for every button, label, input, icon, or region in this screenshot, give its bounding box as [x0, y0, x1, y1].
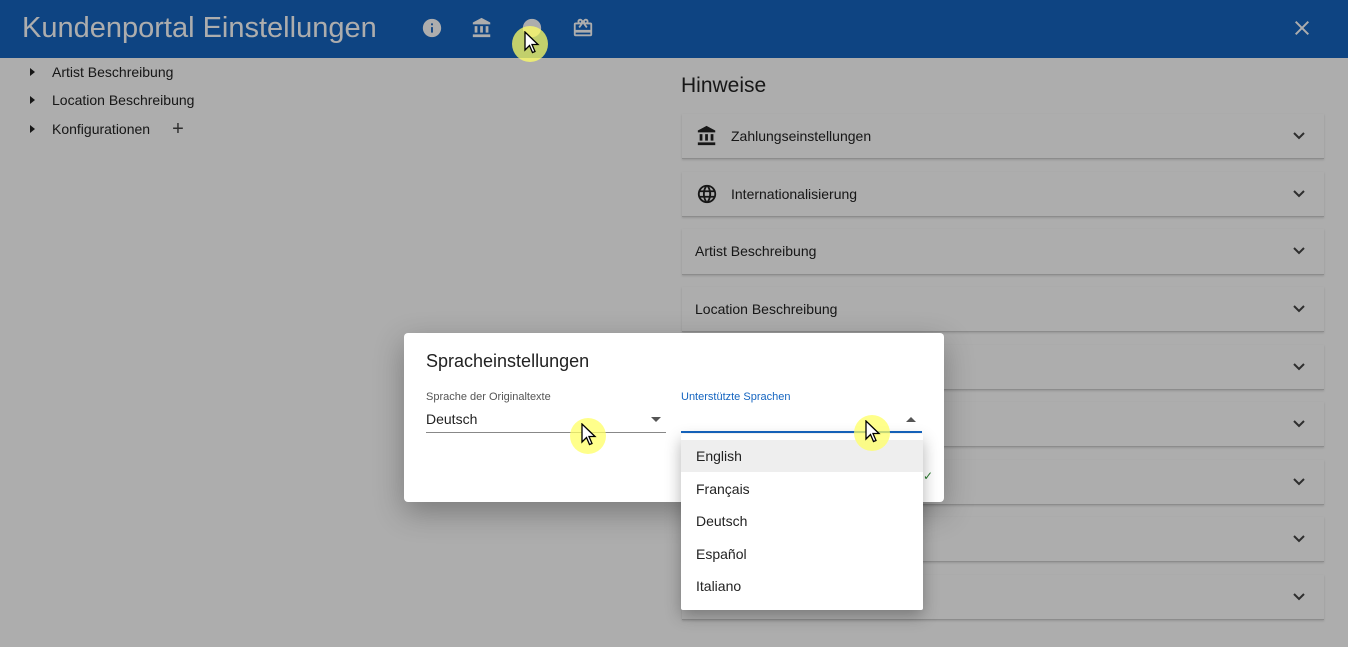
- mouse-cursor-icon: [864, 419, 882, 444]
- select-underline: [426, 432, 666, 433]
- mouse-cursor-icon: [580, 422, 598, 447]
- language-option-espanol[interactable]: Español: [681, 538, 923, 570]
- language-option-francais[interactable]: Français: [681, 473, 923, 505]
- language-option-english[interactable]: English: [681, 440, 923, 472]
- mouse-cursor-icon: [523, 30, 541, 55]
- dialog-title: Spracheinstellungen: [426, 351, 590, 371]
- check-icon: ✓: [923, 469, 934, 483]
- language-option-italiano[interactable]: Italiano: [681, 570, 923, 602]
- original-language-label: Sprache der Originaltexte: [426, 391, 551, 403]
- supported-languages-label: Unterstützte Sprachen: [681, 391, 791, 403]
- dropdown-arrow-icon: [651, 417, 661, 422]
- dropdown-arrow-icon: [906, 417, 916, 422]
- supported-languages-menu: English Français Deutsch Español Italian…: [681, 434, 923, 610]
- language-option-deutsch[interactable]: Deutsch: [681, 505, 923, 537]
- original-language-value: Deutsch: [426, 411, 478, 427]
- modal-backdrop[interactable]: [0, 0, 1348, 647]
